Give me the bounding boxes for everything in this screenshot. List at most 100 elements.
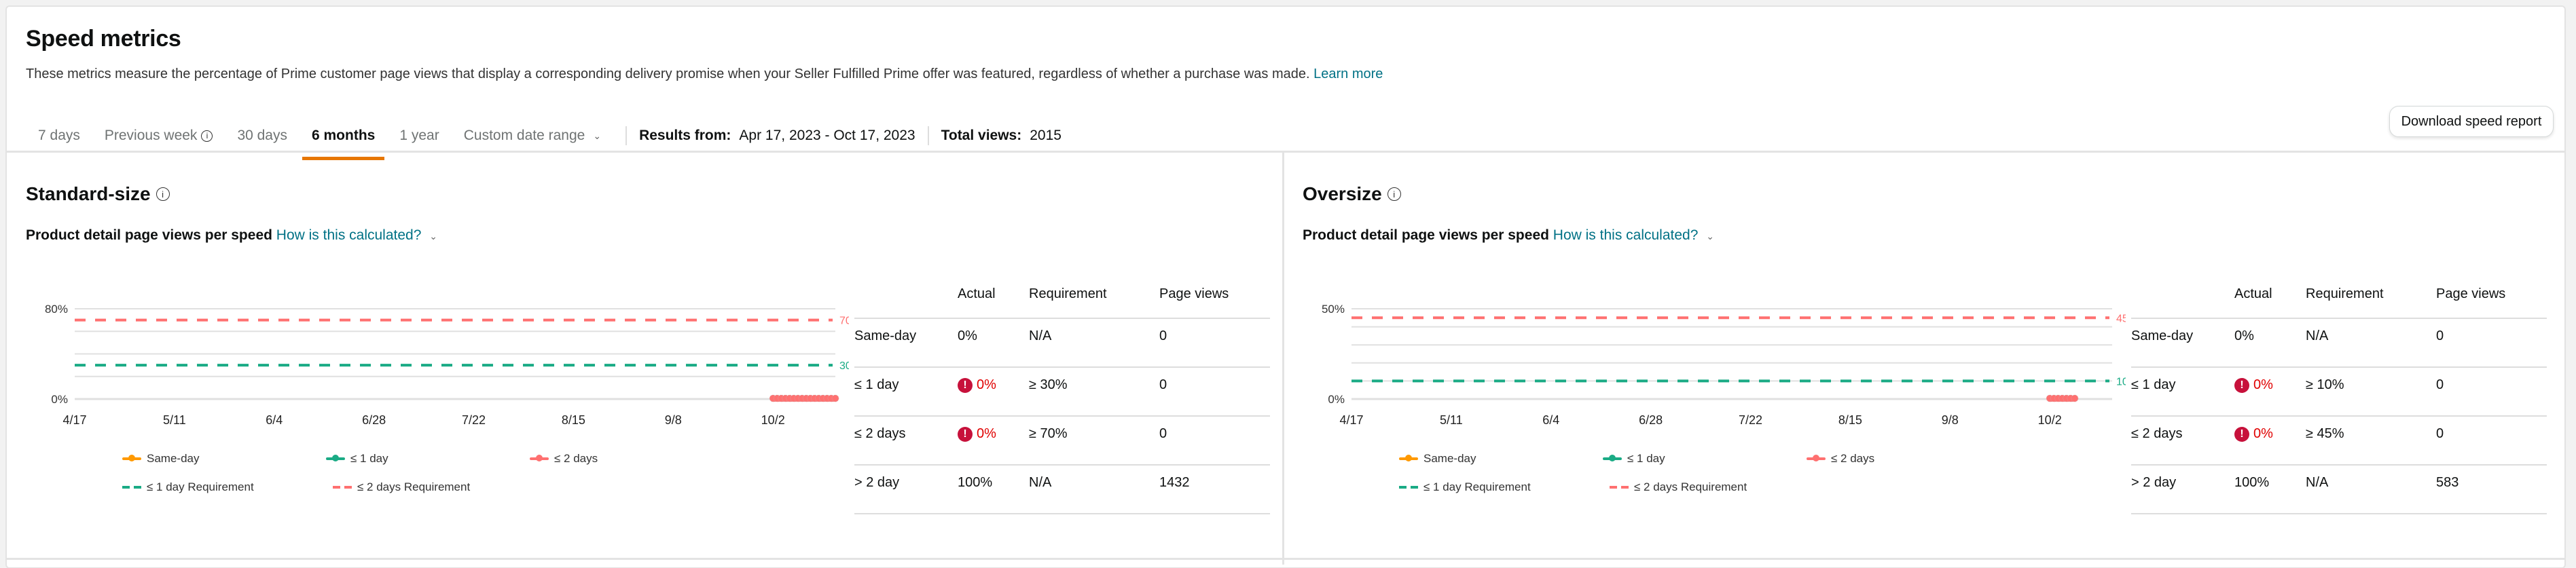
x-tick-label: 5/11	[1440, 413, 1463, 424]
tab-1-year[interactable]: 1 year	[387, 115, 451, 156]
actual-value: 0%	[977, 377, 996, 392]
tab-6-months[interactable]: 6 months	[300, 115, 387, 160]
legend-two-days[interactable]: ≤ 2 days	[530, 452, 733, 466]
panel-title: Standard-size i	[26, 183, 170, 205]
table-row: ≤ 1 day ! 0% ≥ 10% 0	[2131, 368, 2547, 417]
x-tick-label: 9/8	[665, 413, 682, 424]
page-title: Speed metrics	[26, 26, 181, 52]
tab-previous-week[interactable]: Previous week i	[92, 115, 225, 156]
tab-30-days[interactable]: 30 days	[225, 115, 300, 156]
speed-cell: > 2 day	[2131, 475, 2177, 490]
x-tick-label: 7/22	[1739, 413, 1762, 424]
x-tick-label: 9/8	[1942, 413, 1959, 424]
legend-label: ≤ 2 days	[554, 452, 598, 465]
panel-title: Oversize i	[1303, 183, 1401, 205]
legend-same-day[interactable]: Same-day	[1399, 452, 1603, 466]
chevron-down-icon[interactable]: ⌄	[429, 231, 437, 242]
date-range-tabs: 7 days Previous week i 30 days 6 months 1…	[26, 115, 1062, 160]
line-marker-icon	[326, 455, 345, 461]
info-icon[interactable]: i	[201, 130, 213, 142]
info-icon[interactable]: i	[156, 187, 170, 201]
legend-label: ≤ 2 days Requirement	[357, 480, 471, 493]
page-views-cell: 0	[2436, 426, 2444, 441]
results-value: Apr 17, 2023 - Oct 17, 2023	[739, 128, 915, 143]
oversize-chart: 0% 50% 4/17 5/11 6/4 6/28 7/22 8/15 9/8 10/2 45 10	[1322, 303, 2126, 424]
oversize-metrics-table: Actual Requirement Page views Same-day 0…	[2131, 278, 2547, 514]
tab-label: 7 days	[38, 128, 80, 143]
speed-cell: Same-day	[854, 328, 917, 343]
legend-one-day-requirement[interactable]: ≤ 1 day Requirement	[1399, 480, 1610, 494]
chevron-down-icon: ⌄	[593, 130, 602, 141]
speed-cell: > 2 day	[854, 475, 900, 490]
chart-legend: Same-day ≤ 1 day ≤ 2 days ≤ 1 day Requir…	[1399, 444, 2010, 501]
tab-7-days[interactable]: 7 days	[26, 115, 92, 156]
actual-value: 0%	[2253, 426, 2273, 441]
legend-label: ≤ 1 day Requirement	[1423, 480, 1531, 493]
y-tick-label: 80%	[45, 303, 68, 316]
line-marker-icon	[530, 455, 549, 461]
speed-cell: ≤ 1 day	[854, 377, 899, 392]
legend-one-day[interactable]: ≤ 1 day	[326, 452, 530, 466]
page-views-cell: 0	[2436, 377, 2444, 392]
page-views-cell: 0	[1159, 377, 1167, 392]
page-description: These metrics measure the percentage of …	[26, 67, 1383, 82]
table-header: Actual Requirement Page views	[2131, 278, 2547, 319]
subtitle-text: Product detail page views per speed	[1303, 227, 1549, 243]
header-actual: Actual	[2234, 286, 2272, 301]
header-page-views: Page views	[2436, 286, 2506, 301]
tab-label: 1 year	[399, 128, 439, 143]
info-icon[interactable]: i	[1387, 187, 1401, 201]
x-tick-label: 4/17	[62, 413, 86, 424]
table-header: Actual Requirement Page views	[854, 278, 1270, 319]
actual-cell: ! 0%	[2234, 426, 2306, 442]
header-requirement: Requirement	[2306, 286, 2384, 301]
requirement-label: 30	[839, 360, 849, 372]
download-speed-report-button[interactable]: Download speed report	[2389, 106, 2554, 137]
total-views-value: 2015	[1030, 128, 1062, 143]
tab-custom-date-range[interactable]: Custom date range ⌄	[452, 115, 613, 156]
subtitle-text: Product detail page views per speed	[26, 227, 272, 243]
table-row: ≤ 2 days ! 0% ≥ 70% 0	[854, 417, 1270, 466]
oversize-panel: Oversize i Product detail page views per…	[1284, 153, 2566, 565]
speed-cell: ≤ 2 days	[854, 426, 906, 441]
actual-value: 0%	[977, 426, 996, 441]
x-tick-label: 6/28	[1639, 413, 1663, 424]
panel-title-text: Standard-size	[26, 183, 151, 204]
tab-label: Previous week	[104, 128, 198, 143]
requirement-cell: ≥ 30%	[1029, 377, 1068, 392]
error-icon: !	[2234, 426, 2249, 442]
data-point	[2071, 394, 2079, 402]
total-views: Total views: 2015	[941, 128, 1062, 144]
legend-one-day[interactable]: ≤ 1 day	[1603, 452, 1807, 466]
how-calculated-link[interactable]: How is this calculated?	[1553, 227, 1699, 243]
divider	[927, 126, 929, 145]
legend-one-day-requirement[interactable]: ≤ 1 day Requirement	[122, 480, 333, 494]
dashed-line-icon	[1399, 486, 1418, 489]
legend-same-day[interactable]: Same-day	[122, 452, 326, 466]
standard-size-chart: 0% 80% 4/17 5/11 6/4 6/28 7/22 8/15 9/8 10/2 70 30	[45, 303, 849, 424]
line-marker-icon	[1399, 455, 1418, 461]
actual-cell: ! 0%	[958, 377, 1029, 393]
standard-size-metrics-table: Actual Requirement Page views Same-day 0…	[854, 278, 1270, 514]
x-tick-label: 8/15	[562, 413, 585, 424]
legend-two-days-requirement[interactable]: ≤ 2 days Requirement	[1610, 480, 1820, 494]
learn-more-link[interactable]: Learn more	[1313, 67, 1383, 81]
requirement-cell: ≥ 45%	[2306, 426, 2344, 441]
chevron-down-icon[interactable]: ⌄	[1706, 231, 1714, 242]
legend-two-days[interactable]: ≤ 2 days	[1807, 452, 2010, 466]
table-row: > 2 day 100% N/A 583	[2131, 466, 2547, 514]
how-calculated-link[interactable]: How is this calculated?	[276, 227, 422, 243]
legend-two-days-requirement[interactable]: ≤ 2 days Requirement	[333, 480, 543, 494]
x-tick-label: 8/15	[1838, 413, 1862, 424]
x-tick-label: 5/11	[163, 413, 186, 424]
actual-cell: 0%	[2234, 328, 2254, 343]
dashed-line-icon	[122, 486, 141, 489]
description-text: These metrics measure the percentage of …	[26, 67, 1310, 81]
requirement-cell: N/A	[2306, 475, 2329, 490]
legend-label: ≤ 1 day Requirement	[147, 480, 254, 493]
x-tick-label: 10/2	[2038, 413, 2062, 424]
legend-label: Same-day	[147, 452, 200, 465]
header-page-views: Page views	[1159, 286, 1229, 301]
page-views-cell: 0	[2436, 328, 2444, 343]
table-row: ≤ 1 day ! 0% ≥ 30% 0	[854, 368, 1270, 417]
